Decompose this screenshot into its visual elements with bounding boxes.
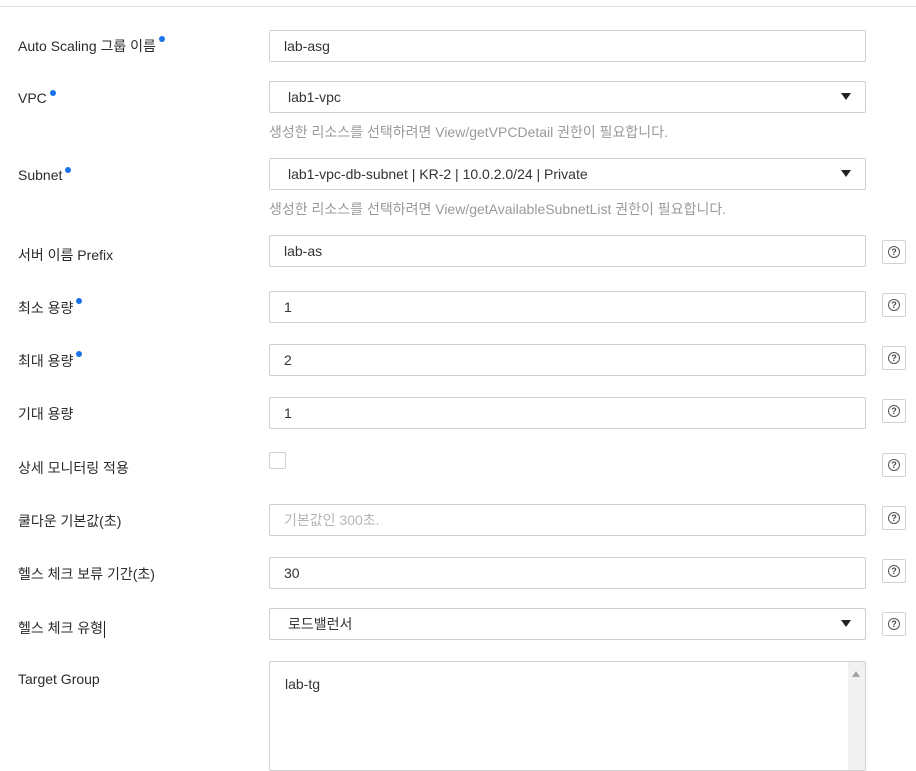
desired-capacity-input[interactable]: 1 (269, 397, 866, 429)
max-capacity-label: 최대 용량 (18, 351, 83, 371)
question-icon: ? (888, 352, 900, 364)
question-icon: ? (888, 512, 900, 524)
help-button[interactable]: ? (882, 559, 906, 583)
required-indicator (76, 351, 83, 357)
chevron-down-icon (841, 620, 851, 627)
health-type-selected-value: 로드밸런서 (288, 616, 353, 632)
help-button[interactable]: ? (882, 240, 906, 264)
question-icon: ? (888, 246, 900, 258)
asg-name-input[interactable]: lab-asg (269, 30, 866, 62)
detailed-monitoring-label: 상세 모니터링 적용 (18, 460, 129, 476)
target-group-listbox[interactable]: lab-tg (269, 661, 866, 771)
vpc-permission-hint: 생성한 리소스를 선택하려면 View/getVPCDetail 권한이 필요합… (269, 124, 668, 140)
scroll-up-arrow-icon[interactable] (852, 671, 860, 677)
list-item[interactable]: lab-tg (285, 676, 320, 692)
text-cursor (104, 620, 106, 638)
help-button[interactable]: ? (882, 453, 906, 477)
subnet-permission-hint: 생성한 리소스를 선택하려면 View/getAvailableSubnetLi… (269, 201, 727, 217)
help-button[interactable]: ? (882, 293, 906, 317)
min-capacity-input[interactable]: 1 (269, 291, 866, 323)
health-grace-input[interactable]: 30 (269, 557, 866, 589)
health-type-select[interactable]: 로드밸런서 (269, 608, 866, 640)
vpc-label: VPC (18, 90, 56, 106)
top-divider (0, 6, 916, 7)
desired-capacity-label: 기대 용량 (18, 406, 74, 422)
question-icon: ? (888, 565, 900, 577)
min-capacity-label: 최소 용량 (18, 298, 83, 318)
health-type-label: 헬스 체크 유형 (18, 620, 106, 638)
max-capacity-input[interactable]: 2 (269, 344, 866, 376)
chevron-down-icon (841, 93, 851, 100)
health-grace-label: 헬스 체크 보류 기간(초) (18, 566, 155, 582)
required-indicator (65, 167, 72, 173)
vpc-select[interactable]: lab1-vpc (269, 81, 866, 113)
subnet-label: Subnet (18, 167, 72, 183)
vpc-selected-value: lab1-vpc (288, 89, 341, 105)
question-icon: ? (888, 618, 900, 630)
subnet-selected-value: lab1-vpc-db-subnet | KR-2 | 10.0.2.0/24 … (288, 166, 588, 182)
subnet-select[interactable]: lab1-vpc-db-subnet | KR-2 | 10.0.2.0/24 … (269, 158, 866, 190)
help-button[interactable]: ? (882, 399, 906, 423)
required-indicator (158, 36, 165, 42)
server-prefix-label: 서버 이름 Prefix (18, 247, 114, 263)
required-indicator (76, 298, 83, 304)
help-button[interactable]: ? (882, 612, 906, 636)
server-prefix-input[interactable]: lab-as (269, 235, 866, 267)
cooldown-label: 쿨다운 기본값(초) (18, 513, 122, 529)
chevron-down-icon (841, 170, 851, 177)
cooldown-input[interactable]: 기본값인 300초. (269, 504, 866, 536)
asg-name-label: Auto Scaling 그룹 이름 (18, 36, 165, 56)
detailed-monitoring-checkbox[interactable] (269, 452, 286, 469)
required-indicator (49, 90, 56, 96)
question-icon: ? (888, 405, 900, 417)
cooldown-placeholder: 기본값인 300초. (284, 512, 380, 528)
question-icon: ? (888, 299, 900, 311)
scrollbar[interactable] (848, 662, 865, 770)
help-button[interactable]: ? (882, 506, 906, 530)
help-button[interactable]: ? (882, 346, 906, 370)
target-group-label: Target Group (18, 671, 100, 687)
question-icon: ? (888, 459, 900, 471)
